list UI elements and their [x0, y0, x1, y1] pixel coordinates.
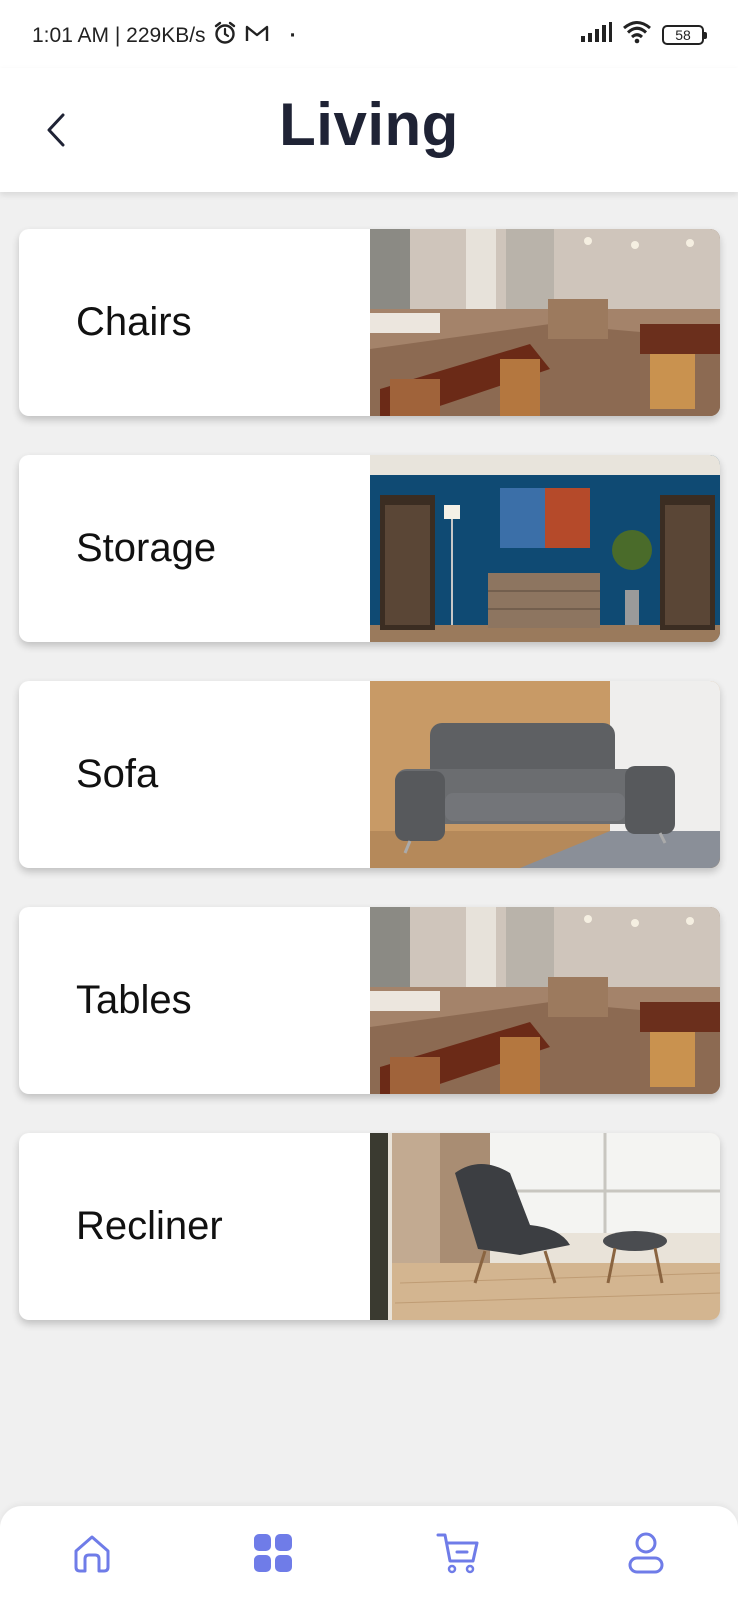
categories-icon: [254, 1534, 292, 1572]
nav-profile[interactable]: [621, 1528, 671, 1578]
category-label: Tables: [76, 978, 192, 1022]
category-label: Chairs: [76, 300, 192, 344]
category-card-recliner[interactable]: Recliner: [19, 1133, 720, 1320]
category-card-storage[interactable]: Storage: [19, 455, 720, 642]
category-card-chairs[interactable]: Chairs: [19, 229, 720, 416]
home-icon: [74, 1535, 110, 1573]
wifi-icon: [622, 20, 652, 49]
alarm-icon: [212, 20, 238, 52]
battery-icon: 58: [662, 24, 707, 45]
status-time-speed: 1:01 AM | 229KB/s: [32, 24, 206, 47]
profile-icon: [628, 1532, 664, 1574]
category-card-tables[interactable]: Tables: [19, 907, 720, 1094]
battery-level: 58: [675, 26, 691, 43]
recliner-photo: [370, 1133, 720, 1320]
category-list: Chairs Storage Sofa Tables Recliner: [19, 229, 720, 1359]
status-bar: 1:01 AM | 229KB/s · 58: [0, 0, 738, 68]
category-label: Storage: [76, 526, 217, 570]
storage-photo: [370, 455, 720, 642]
sofa-photo: [370, 681, 720, 868]
app-header: Living: [0, 68, 738, 192]
bottom-nav: [0, 1506, 738, 1600]
nav-cart[interactable]: [433, 1528, 483, 1578]
status-right: 58: [580, 20, 707, 49]
cart-icon: [436, 1533, 479, 1574]
category-card-sofa[interactable]: Sofa: [19, 681, 720, 868]
gmail-icon: [244, 22, 270, 50]
chairs-photo: [370, 229, 720, 416]
category-label: Recliner: [76, 1204, 223, 1248]
notification-dot: ·: [289, 24, 297, 47]
nav-categories[interactable]: [248, 1528, 298, 1578]
signal-icon: [580, 21, 612, 48]
status-left: 1:01 AM | 229KB/s ·: [32, 20, 297, 52]
tables-photo: [370, 907, 720, 1094]
page-title: Living: [279, 91, 459, 158]
category-label: Sofa: [76, 752, 159, 796]
nav-home[interactable]: [67, 1528, 117, 1578]
